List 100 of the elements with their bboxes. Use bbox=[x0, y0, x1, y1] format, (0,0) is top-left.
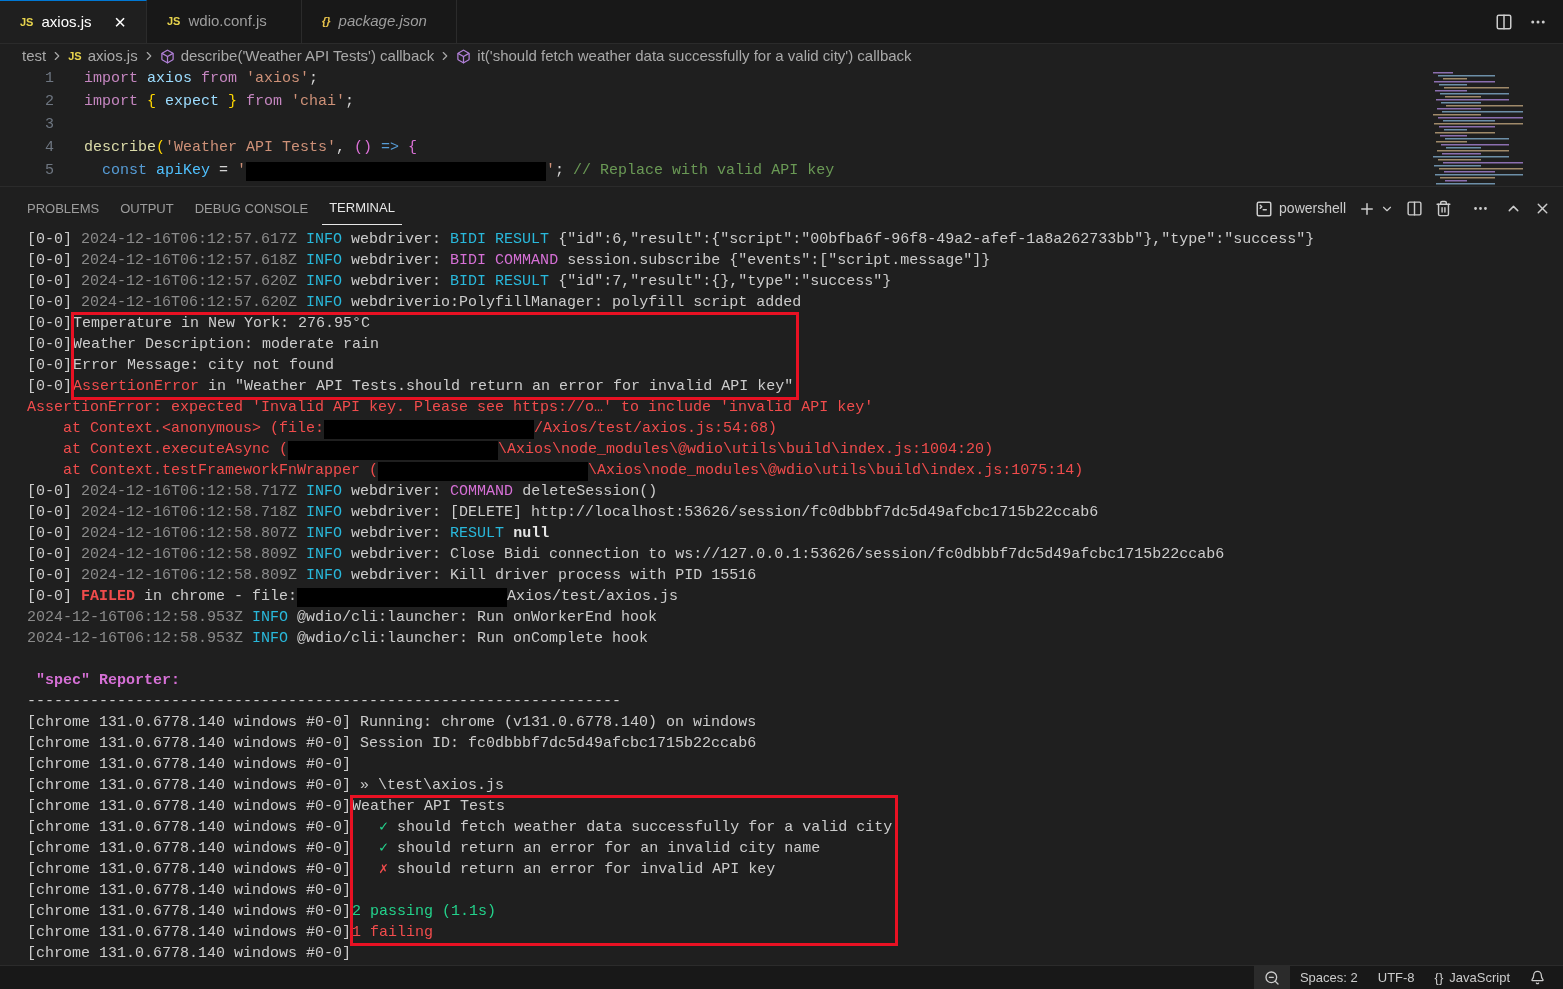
terminal-text: AssertionError: expected 'Invalid API key. Please see https://o…' to include 'invalid API key' bbox=[27, 398, 874, 419]
file-type-icon: JS bbox=[68, 47, 82, 65]
line-number: 1 bbox=[44, 69, 54, 90]
panel-tab[interactable]: DEBUG CONSOLE bbox=[187, 192, 316, 225]
panel-tab[interactable]: TERMINAL bbox=[322, 192, 402, 225]
terminal-text: 2024-12-16T06:12:58.953Z bbox=[27, 608, 245, 629]
breadcrumb-item[interactable]: JS axios.js bbox=[68, 44, 138, 68]
terminal-text: AssertionError bbox=[73, 377, 200, 398]
zoom-icon[interactable] bbox=[1263, 969, 1280, 986]
editor-tab[interactable]: JS axios.js × bbox=[0, 0, 147, 43]
code-token: 'axios' bbox=[245, 69, 310, 90]
file-type-icon: JS bbox=[167, 13, 181, 30]
code-token: ( bbox=[156, 138, 166, 159]
terminal-text: webdriver: bbox=[350, 482, 443, 503]
cube-icon bbox=[159, 48, 175, 64]
status-item[interactable]: UTF-8 bbox=[1367, 966, 1425, 989]
terminal-text: {"id":7,"result":{},"type":"success"} bbox=[557, 272, 892, 293]
line-number: 2 bbox=[44, 92, 54, 113]
language-mode[interactable]: {} JavaScript bbox=[1424, 966, 1520, 989]
log-prefix: [0-0] bbox=[27, 377, 72, 398]
log-prefix: [chrome 131.0.6778.140 windows #0-0] bbox=[27, 797, 352, 818]
log-prefix: [0-0] bbox=[27, 587, 72, 608]
terminal-text: session.subscribe {"events":["script.message"]} bbox=[566, 251, 991, 272]
log-prefix: [chrome 131.0.6778.140 windows #0-0] bbox=[27, 944, 352, 965]
breadcrumb-item[interactable]: test bbox=[22, 44, 47, 68]
terminal-text: webdriver: bbox=[350, 230, 443, 251]
breadcrumb-item[interactable]: describe('Weather API Tests') callback bbox=[159, 44, 435, 68]
terminal-text: INFO bbox=[306, 566, 343, 587]
terminal-text: Axios/test/axios.js bbox=[507, 587, 679, 608]
code-token: , bbox=[336, 138, 346, 159]
log-prefix: [chrome 131.0.6778.140 windows #0-0] bbox=[27, 734, 352, 755]
terminal-text: INFO bbox=[306, 272, 343, 293]
terminal-text: ✗ bbox=[378, 860, 389, 881]
terminal-text: webdriver: bbox=[350, 272, 443, 293]
terminal-text: null bbox=[512, 524, 550, 545]
log-prefix: [chrome 131.0.6778.140 windows #0-0] bbox=[27, 776, 352, 797]
code-token: ' bbox=[546, 161, 556, 182]
code-token: // Replace with valid API key bbox=[573, 161, 835, 182]
log-prefix: [0-0] bbox=[27, 293, 72, 314]
terminal-text: 1 failing bbox=[352, 923, 434, 944]
terminal-text: @wdio/cli:launcher: Run onComplete hook bbox=[296, 629, 649, 650]
terminal-text: 2024-12-16T06:12:57.620Z bbox=[80, 272, 299, 293]
terminal-text: should return an error for an invalid city name bbox=[396, 839, 821, 860]
terminal-text: 2024-12-16T06:12:57.617Z bbox=[80, 230, 299, 251]
code-token: 'Weather API Tests' bbox=[165, 138, 337, 159]
terminal-text: at Context.<anonymous> (file: bbox=[62, 419, 325, 440]
terminal-text: 2024-12-16T06:12:58.718Z bbox=[80, 503, 299, 524]
code-token: ; bbox=[345, 92, 355, 113]
split-terminal-icon[interactable] bbox=[1406, 200, 1423, 217]
code-token: () bbox=[353, 138, 373, 159]
code-token: = bbox=[218, 161, 230, 182]
terminal-text: INFO bbox=[252, 629, 289, 650]
code-token: ; bbox=[309, 69, 319, 90]
terminal-text: "spec" Reporter: bbox=[35, 671, 181, 692]
terminal-text: \Axios\node_modules\@wdio\utils\build\index.js:1075:14) bbox=[588, 461, 1084, 482]
file-type-icon: JS bbox=[20, 13, 34, 31]
terminal-text: ✓ bbox=[378, 818, 389, 839]
terminal-selector[interactable]: powershell bbox=[1255, 198, 1346, 219]
editor-tab[interactable]: {} package.json bbox=[302, 0, 457, 43]
terminal-text: Running: chrome (v131.0.6778.140) on windows bbox=[359, 713, 757, 734]
breadcrumb-item[interactable]: it('should fetch weather data successfully for a valid city') callback bbox=[456, 44, 912, 68]
terminal-text: 2024-12-16T06:12:57.618Z bbox=[80, 251, 299, 272]
terminal-text: FAILED bbox=[80, 587, 136, 608]
terminal-text: INFO bbox=[306, 293, 343, 314]
code-token: { bbox=[407, 138, 418, 159]
terminal-text: should return an error for invalid API key bbox=[396, 860, 776, 881]
terminal-text: INFO bbox=[252, 608, 289, 629]
panel-tab[interactable]: OUTPUT bbox=[113, 192, 181, 225]
code-token: } bbox=[227, 92, 238, 113]
cube-icon bbox=[456, 48, 472, 64]
terminal-text: BIDI COMMAND bbox=[450, 251, 559, 272]
terminal-text: webdriver: bbox=[350, 251, 443, 272]
terminal-text: webdriver: [DELETE] http://localhost:53626/session/fc0dbbbf7dc5d49afcbc1715b22ccab6 bbox=[350, 503, 1099, 524]
log-prefix: [chrome 131.0.6778.140 windows #0-0] bbox=[27, 713, 352, 734]
terminal-text: ------------------------------------------------------------------ bbox=[27, 692, 622, 713]
code-token: axios bbox=[146, 69, 193, 90]
log-prefix: [chrome 131.0.6778.140 windows #0-0] bbox=[27, 755, 352, 776]
log-prefix: [chrome 131.0.6778.140 windows #0-0] bbox=[27, 818, 352, 839]
close-icon[interactable]: × bbox=[114, 7, 126, 37]
code-token: apiKey bbox=[155, 161, 211, 182]
panel-tab[interactable]: PROBLEMS bbox=[20, 192, 107, 225]
log-prefix: [chrome 131.0.6778.140 windows #0-0] bbox=[27, 923, 352, 944]
terminal-text: Weather Description: moderate rain bbox=[73, 335, 380, 356]
code-token: const bbox=[101, 161, 147, 182]
terminal-text: 2024-12-16T06:12:58.807Z bbox=[80, 524, 299, 545]
code-token: import bbox=[84, 92, 138, 113]
terminal-text: at Context.executeAsync ( bbox=[62, 440, 289, 461]
terminal-text: webdriverio:PolyfillManager: polyfill script added bbox=[350, 293, 802, 314]
status-item[interactable]: Spaces: 2 bbox=[1289, 966, 1368, 989]
terminal-text: COMMAND bbox=[450, 482, 514, 503]
log-prefix: [0-0] bbox=[27, 566, 72, 587]
terminal-text: INFO bbox=[306, 503, 343, 524]
line-number: 4 bbox=[44, 138, 54, 159]
editor-tab[interactable]: JS wdio.conf.js bbox=[147, 0, 302, 43]
trash-icon[interactable] bbox=[1435, 200, 1452, 217]
split-editor-icon[interactable] bbox=[1495, 12, 1513, 31]
terminal-text: 2 passing (1.1s) bbox=[352, 902, 497, 923]
bell-icon[interactable] bbox=[1530, 970, 1545, 985]
terminal-text: 2024-12-16T06:12:58.717Z bbox=[80, 482, 299, 503]
code-token: expect bbox=[164, 92, 220, 113]
